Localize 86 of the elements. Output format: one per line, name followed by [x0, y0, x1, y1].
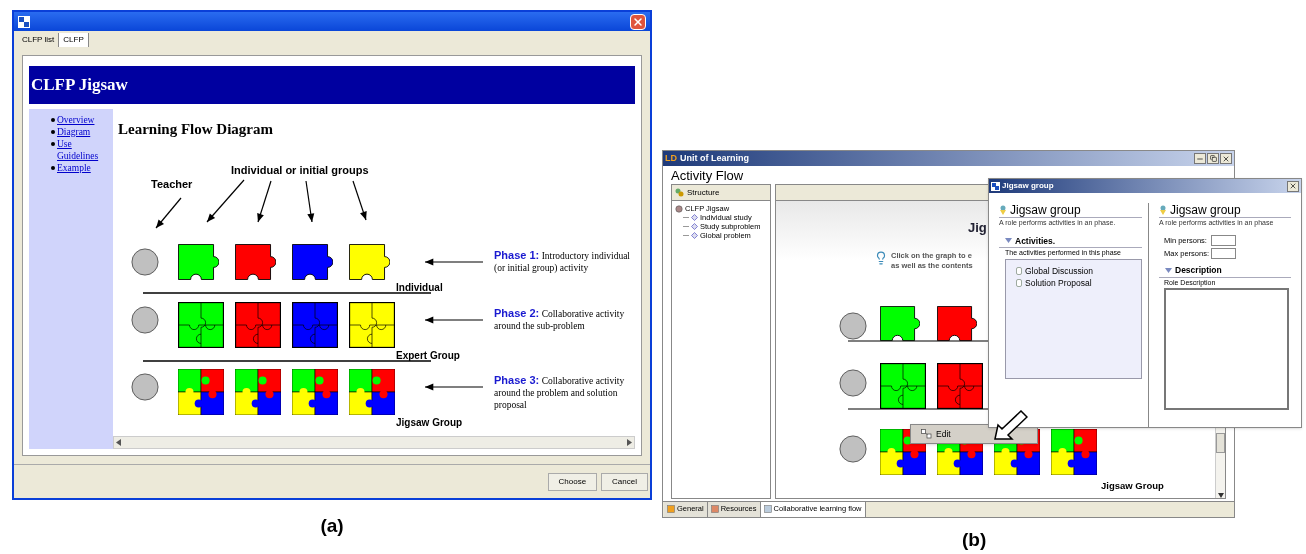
- close-button[interactable]: [1287, 180, 1299, 192]
- close-icon: [1289, 182, 1297, 190]
- role-icon: [999, 205, 1007, 215]
- horizontal-scrollbar[interactable]: [113, 436, 635, 449]
- puzzle-knob-drawing: [356, 376, 388, 408]
- figure-caption: (a): [320, 514, 344, 538]
- phase-arrow: [424, 258, 484, 266]
- tab-icon: [710, 505, 719, 513]
- bullet-icon: [51, 130, 55, 134]
- teacher-circle: [131, 248, 159, 276]
- group-label: Jigsaw Group: [1101, 479, 1164, 493]
- canvas-title: Jig: [968, 219, 987, 237]
- menu-item[interactable]: Edit: [921, 427, 951, 441]
- figure-caption: (b): [962, 527, 987, 552]
- close-icon: [632, 15, 644, 28]
- tab-icon: [763, 505, 772, 513]
- list-item[interactable]: Global Discussion: [1025, 264, 1094, 277]
- close-button[interactable]: [1220, 153, 1232, 164]
- teacher-circle: [131, 373, 159, 401]
- role-icon: [1159, 205, 1167, 215]
- puzzle-knob-drawing: [299, 376, 331, 408]
- puzzle-knob-drawing: [887, 436, 919, 468]
- bullet-icon: [51, 166, 55, 170]
- pointer-arrow: [257, 180, 272, 223]
- teacher-circle: [839, 435, 867, 463]
- restore-button[interactable]: [1207, 153, 1219, 164]
- diagram-label: Individual or initial groups: [231, 163, 369, 178]
- list-item[interactable]: Solution Proposal: [1025, 276, 1092, 289]
- tab[interactable]: CLFP: [59, 33, 89, 47]
- structure-tab[interactable]: Structure: [672, 185, 770, 201]
- phase-description: Phase 1: Introductory individual (or initial group) activity: [494, 249, 631, 274]
- teacher-circle: [839, 369, 867, 397]
- panel-heading: Jigsaw group: [1010, 203, 1081, 217]
- group-label: Expert Group: [396, 349, 460, 363]
- phase-description: Phase 2: Collaborative activity around the sub-problem: [494, 307, 626, 332]
- close-icon: [1222, 154, 1230, 163]
- page-heading: Learning Flow Diagram: [118, 120, 273, 139]
- teacher-circle: [839, 312, 867, 340]
- bullet-icon: [51, 142, 55, 146]
- gear-icon: [675, 204, 683, 213]
- tab-icon: [667, 505, 675, 513]
- bullet-icon: [51, 118, 55, 122]
- window-icon: [991, 181, 1000, 191]
- minimize-button[interactable]: [1194, 153, 1206, 164]
- nav-link[interactable]: Overview: [57, 114, 95, 126]
- structure-icon: [675, 188, 684, 197]
- input-field[interactable]: [1211, 247, 1236, 259]
- window-icon: [18, 15, 30, 28]
- diagram-label: Teacher: [151, 177, 193, 192]
- restore-icon: [1209, 155, 1217, 162]
- collapse-icon: [1165, 267, 1172, 273]
- dialog-button[interactable]: Cancel: [601, 472, 648, 491]
- nav-link[interactable]: Use Guidelines: [57, 138, 111, 162]
- group-label: Jigsaw Group: [396, 416, 463, 430]
- teacher-circle: [131, 306, 159, 334]
- pointer-arrow: [206, 179, 245, 223]
- section-title: Activity Flow: [670, 168, 745, 184]
- collapse-icon: [1005, 238, 1012, 244]
- phase-arrow: [424, 383, 484, 391]
- dialog-button[interactable]: Choose: [547, 472, 598, 491]
- section-heading: Activities.: [1015, 234, 1056, 248]
- scroll-left-icon: [116, 439, 122, 446]
- dialog-title: Jigsaw group: [1002, 182, 1054, 190]
- section-heading: Description: [1175, 264, 1222, 277]
- input-field[interactable]: [1211, 234, 1236, 246]
- scroll-right-icon: [626, 439, 632, 446]
- description-field[interactable]: [1164, 288, 1289, 411]
- nav-link[interactable]: Diagram: [57, 126, 91, 138]
- pointer-arrow: [305, 180, 315, 223]
- edit-icon: [921, 429, 932, 439]
- pointer-arrow: [352, 180, 367, 221]
- nav-link[interactable]: Example: [57, 162, 91, 174]
- group-label: Individual: [396, 281, 443, 295]
- app-logo: LD: [665, 154, 677, 163]
- window-title: Unit of Learning: [680, 154, 749, 163]
- scroll-thumb[interactable]: [1216, 432, 1225, 453]
- puzzle-knob-drawing: [1058, 436, 1090, 468]
- page-banner: CLFP Jigsaw: [29, 66, 635, 104]
- puzzle-knob-drawing: [242, 376, 274, 408]
- panel-heading: Jigsaw group: [1170, 203, 1241, 217]
- hint-icon: [874, 251, 888, 265]
- phase-arrow: [424, 316, 484, 324]
- puzzle-knob-drawing: [185, 376, 217, 408]
- scroll-down-icon: [1217, 492, 1224, 498]
- pointer-arrow: [155, 197, 182, 229]
- phase-description: Phase 3: Collaborative activity around the problem and solution proposal: [494, 374, 626, 411]
